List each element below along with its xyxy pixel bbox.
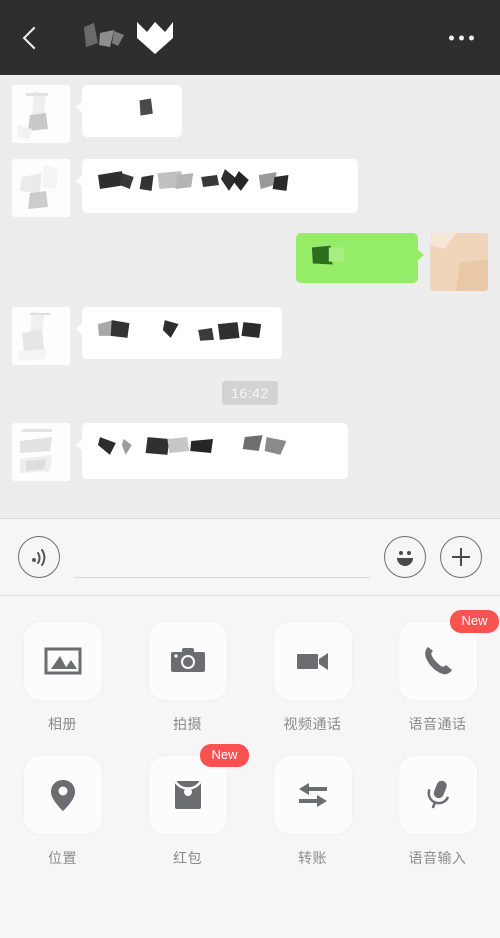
avatar[interactable] bbox=[12, 85, 70, 143]
redacted-text-glyphs bbox=[97, 320, 262, 341]
redacted-avatar-image bbox=[12, 307, 70, 365]
transfer-tile[interactable] bbox=[273, 756, 352, 834]
redacted-avatar-image bbox=[12, 85, 70, 143]
redacted-avatar-image bbox=[12, 159, 70, 217]
chevron-left-icon bbox=[22, 26, 46, 49]
redacted-text-glyphs bbox=[97, 435, 287, 455]
timestamp-row: 16:42 bbox=[0, 381, 500, 405]
panel-item-label: 转账 bbox=[298, 850, 327, 866]
camera-icon bbox=[170, 648, 205, 672]
search-input[interactable] bbox=[74, 544, 370, 578]
more-dot bbox=[469, 35, 474, 40]
panel-item-label: 语音通话 bbox=[408, 716, 467, 732]
panel-item-camera[interactable]: 拍摄 bbox=[125, 622, 250, 734]
timestamp: 16:42 bbox=[222, 381, 278, 405]
redacted-text-glyphs bbox=[97, 169, 289, 191]
panel-item-label: 拍摄 bbox=[173, 716, 202, 732]
camera-tile[interactable] bbox=[148, 622, 227, 700]
message-row-incoming bbox=[0, 85, 500, 143]
avatar[interactable] bbox=[430, 233, 488, 291]
message-row-incoming bbox=[0, 423, 500, 481]
attachment-grid: 相册 拍摄 视频通话 New 语音通话 位置 New 红包 转账 语音输入 bbox=[0, 610, 500, 868]
chat-message-list[interactable]: 16:42 bbox=[0, 75, 500, 518]
message-bubble-incoming[interactable] bbox=[76, 423, 348, 479]
panel-item-label: 位置 bbox=[48, 850, 77, 866]
redacted-text-glyphs bbox=[311, 245, 344, 265]
message-row-outgoing bbox=[0, 233, 500, 291]
chat-title-redacted bbox=[80, 18, 177, 58]
video-camera-icon bbox=[296, 653, 328, 670]
redacted-text-glyphs bbox=[139, 98, 153, 116]
red-packet-tile[interactable]: New bbox=[148, 744, 249, 834]
microphone-icon bbox=[427, 780, 449, 809]
location-tile[interactable] bbox=[23, 756, 102, 834]
message-text-input[interactable] bbox=[74, 536, 370, 578]
voice-record-button[interactable] bbox=[18, 536, 60, 578]
transfer-icon bbox=[298, 783, 327, 807]
panel-item-album[interactable]: 相册 bbox=[0, 622, 125, 734]
message-row-incoming bbox=[0, 159, 500, 217]
new-badge: New bbox=[200, 744, 249, 767]
back-button[interactable] bbox=[22, 21, 56, 55]
voice-input-tile[interactable] bbox=[398, 756, 477, 834]
more-dot bbox=[449, 35, 454, 40]
add-attachment-button[interactable] bbox=[440, 536, 482, 578]
redacted-message-content bbox=[96, 98, 168, 118]
redacted-message-content bbox=[96, 435, 334, 456]
panel-item-red-packet[interactable]: New 红包 bbox=[125, 744, 250, 868]
voice-wave-icon bbox=[32, 549, 46, 566]
redacted-message-content bbox=[96, 169, 344, 192]
message-row-incoming bbox=[0, 307, 500, 365]
panel-item-label: 视频通话 bbox=[283, 716, 342, 732]
message-input-bar bbox=[0, 518, 500, 596]
plus-icon bbox=[452, 548, 470, 566]
video-call-tile[interactable] bbox=[273, 622, 352, 700]
redacted-message-content bbox=[310, 245, 404, 266]
message-bubble-incoming[interactable] bbox=[76, 307, 282, 359]
avatar[interactable] bbox=[12, 423, 70, 481]
attachment-panel: 相册 拍摄 视频通话 New 语音通话 位置 New 红包 转账 语音输入 bbox=[0, 596, 500, 938]
avatar[interactable] bbox=[12, 307, 70, 365]
panel-item-label: 语音输入 bbox=[408, 850, 467, 866]
panel-item-label: 相册 bbox=[48, 716, 77, 732]
chat-header bbox=[0, 0, 500, 75]
red-packet-icon bbox=[173, 780, 202, 809]
panel-item-label: 红包 bbox=[173, 850, 202, 866]
voice-call-tile[interactable]: New bbox=[398, 610, 499, 700]
emoji-button[interactable] bbox=[384, 536, 426, 578]
more-options-button[interactable] bbox=[449, 35, 474, 40]
redacted-message-content bbox=[96, 320, 268, 341]
redacted-avatar-image bbox=[12, 423, 70, 481]
location-pin-icon bbox=[50, 780, 75, 811]
smiley-face-icon bbox=[397, 551, 413, 566]
redacted-title-glyph-2 bbox=[137, 21, 173, 54]
avatar[interactable] bbox=[12, 159, 70, 217]
redacted-title-glyph-1 bbox=[84, 22, 124, 47]
message-bubble-incoming[interactable] bbox=[76, 159, 358, 213]
photo-album-icon bbox=[44, 647, 81, 675]
panel-item-transfer[interactable]: 转账 bbox=[250, 756, 375, 868]
panel-item-voice-input[interactable]: 语音输入 bbox=[375, 756, 500, 868]
panel-item-voice-call[interactable]: New 语音通话 bbox=[375, 610, 500, 734]
new-badge: New bbox=[450, 610, 499, 633]
phone-icon bbox=[424, 647, 452, 675]
message-bubble-outgoing[interactable] bbox=[296, 233, 424, 283]
panel-item-video-call[interactable]: 视频通话 bbox=[250, 622, 375, 734]
message-bubble-incoming[interactable] bbox=[76, 85, 182, 137]
panel-item-location[interactable]: 位置 bbox=[0, 756, 125, 868]
redacted-avatar-image bbox=[430, 233, 488, 291]
album-tile[interactable] bbox=[23, 622, 102, 700]
more-dot bbox=[459, 35, 464, 40]
